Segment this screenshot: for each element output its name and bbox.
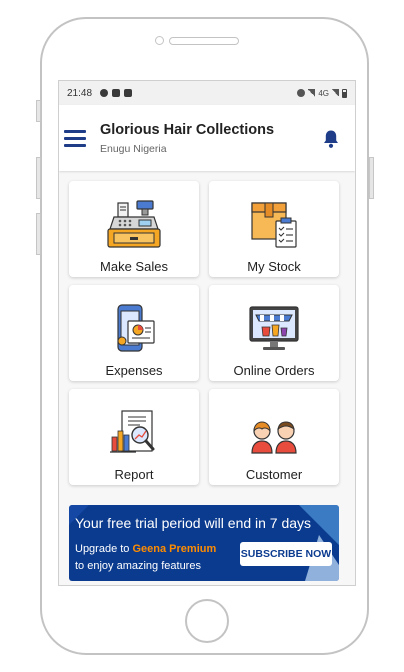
trial-banner[interactable]: Your free trial period will end in 7 day… [69, 505, 339, 581]
report-chart-icon [110, 410, 155, 453]
premium-name: Geena Premium [132, 543, 217, 555]
status-bar: 21:48 4G [59, 81, 355, 105]
business-location: Enugu Nigeria [100, 143, 167, 155]
online-store-icon [249, 306, 299, 350]
tile-my-stock[interactable]: My Stock [209, 181, 339, 277]
tile-customer-label: Customer [245, 467, 303, 482]
alarm-icon [297, 89, 306, 97]
cash-register-icon [107, 200, 161, 248]
trial-headline: Your free trial period will end in 7 day… [75, 515, 312, 531]
tile-online-orders-label: Online Orders [233, 363, 315, 378]
phone-camera [155, 36, 164, 45]
battery-icon [342, 88, 347, 98]
facebook-notification-icon [100, 89, 109, 97]
image-notification-icon [124, 89, 133, 97]
tile-make-sales-label: Make Sales [100, 259, 168, 274]
status-time: 21:48 [67, 87, 93, 99]
subscribe-now-button[interactable]: SUBSCRIBE NOW [240, 542, 332, 566]
status-right-group: 4G [297, 88, 347, 98]
tile-make-sales[interactable]: Make Sales [69, 181, 199, 277]
message-notification-icon [112, 89, 121, 97]
upgrade-line: Upgrade to Geena Premium [75, 543, 216, 555]
tile-report-label: Report [114, 467, 154, 482]
tile-online-orders[interactable]: Online Orders [209, 285, 339, 381]
stock-box-icon [251, 202, 297, 248]
expenses-phone-icon [117, 304, 155, 352]
tile-customer[interactable]: Customer [209, 389, 339, 485]
customers-icon [251, 421, 297, 454]
app-bar: Glorious Hair Collections Enugu Nigeria [59, 105, 355, 171]
phone-home-button[interactable] [185, 599, 229, 643]
tile-expenses[interactable]: Expenses [69, 285, 199, 381]
signal-icon [308, 89, 316, 97]
network-type-label: 4G [318, 88, 329, 98]
signal-icon-2 [332, 89, 339, 97]
app-screen: 21:48 4G Glorious Hair Collections Enugu… [58, 80, 356, 586]
phone-volume-down-button [36, 213, 41, 255]
notification-bell-icon[interactable] [322, 129, 340, 149]
phone-power-button [369, 157, 374, 199]
tile-expenses-label: Expenses [105, 363, 163, 378]
business-name: Glorious Hair Collections [100, 122, 275, 138]
phone-earpiece [169, 37, 239, 45]
features-line: to enjoy amazing features [75, 560, 201, 572]
upgrade-prefix: Upgrade to [75, 543, 130, 555]
tile-report[interactable]: Report [69, 389, 199, 485]
phone-volume-up-button [36, 157, 41, 199]
tile-my-stock-label: My Stock [247, 259, 301, 274]
phone-side-button [36, 100, 41, 122]
hamburger-menu-icon[interactable] [64, 130, 86, 147]
